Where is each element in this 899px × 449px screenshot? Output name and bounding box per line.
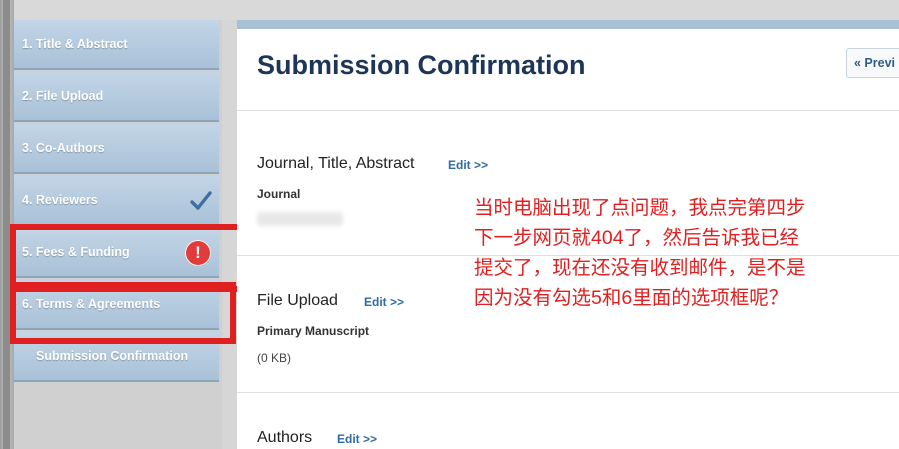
page-title: Submission Confirmation (257, 50, 586, 80)
step-label: 1. Title & Abstract (22, 37, 128, 51)
annotation-line: 因为没有勾选5和6里面的选项框呢？ (474, 287, 789, 309)
section-title-authors: Authors (257, 429, 313, 446)
annotation-line: 提交了，现在还没有收到邮件，是不是 (474, 257, 806, 279)
section-title-file-upload: File Upload (257, 292, 338, 309)
checkmark-icon (190, 191, 212, 210)
step-label: 3. Co-Authors (22, 141, 105, 155)
annotation-line: 当时电脑出现了点问题，我点完第四步 (474, 197, 806, 219)
step-label: 2. File Upload (22, 89, 104, 103)
top-strip (14, 0, 899, 20)
journal-value-redacted (257, 212, 343, 226)
journal-label: Journal (257, 187, 301, 201)
section-title-journal: Journal, Title, Abstract (257, 155, 415, 172)
annotation-line: 下一步网页就404了，然后告诉我已经 (474, 227, 800, 249)
previous-button[interactable]: « Previ (846, 48, 899, 78)
highlight-box-terms (10, 282, 236, 344)
content-top-bar (237, 20, 899, 29)
previous-button-label: « Previ (854, 56, 896, 70)
edit-journal-link[interactable]: Edit >> (448, 158, 488, 172)
scrollbar-thumb[interactable] (3, 0, 10, 449)
divider (237, 392, 899, 393)
red-annotation-text: 当时电脑出现了点问题，我点完第四步 下一步网页就404了，然后告诉我已经 提交了… (474, 193, 894, 313)
step-reviewers[interactable]: 4. Reviewers (14, 176, 219, 226)
primary-manuscript-label: Primary Manuscript (257, 324, 370, 338)
step-co-authors[interactable]: 3. Co-Authors (14, 124, 219, 174)
edit-file-upload-link[interactable]: Edit >> (364, 295, 404, 309)
step-file-upload[interactable]: 2. File Upload (14, 72, 219, 122)
divider (237, 110, 899, 111)
step-title-abstract[interactable]: 1. Title & Abstract (14, 20, 219, 70)
edit-authors-link[interactable]: Edit >> (337, 432, 377, 446)
primary-manuscript-size: (0 KB) (257, 351, 292, 365)
step-label: 4. Reviewers (22, 193, 98, 207)
